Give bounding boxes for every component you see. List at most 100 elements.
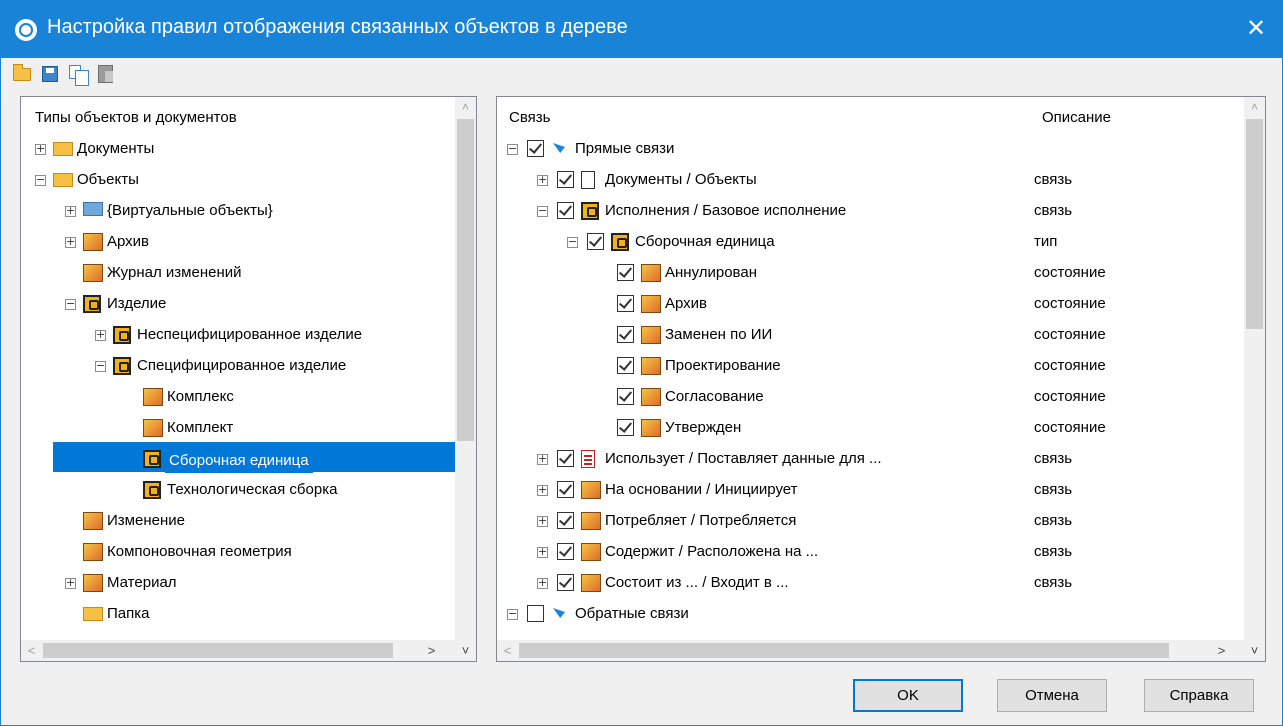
scroll-down-arrow-icon[interactable]: ˅ <box>455 640 476 661</box>
tree-item-label: Папка <box>107 605 150 622</box>
link-checkbox[interactable] <box>617 264 634 281</box>
tree-item[interactable]: Комплекс <box>21 382 457 412</box>
link-row[interactable]: − Сборочная единица тип <box>497 227 1246 257</box>
link-row[interactable]: Согласование состояние <box>497 382 1246 412</box>
link-checkbox[interactable] <box>617 326 634 343</box>
cancel-button[interactable]: Отмена <box>997 679 1107 712</box>
right-horizontal-scrollbar[interactable]: < > <box>497 640 1246 661</box>
tree-item[interactable]: + Архив <box>21 227 457 257</box>
material-icon <box>83 574 103 592</box>
link-row[interactable]: + Потребляет / Потребляется связь <box>497 506 1246 536</box>
expand-icon[interactable]: + <box>537 546 548 558</box>
scroll-up-arrow-icon[interactable]: ˄ <box>1244 97 1265 118</box>
specified-product-icon <box>113 357 131 375</box>
tree-item[interactable]: − Специфицированное изделие <box>21 351 457 381</box>
copy-button[interactable] <box>67 63 89 86</box>
scroll-left-arrow-icon[interactable]: < <box>21 640 42 661</box>
tree-item[interactable]: + {Виртуальные объекты} <box>21 196 457 226</box>
collapse-icon[interactable]: − <box>567 236 578 248</box>
link-checkbox[interactable] <box>587 233 604 250</box>
left-horizontal-scrollbar[interactable]: < > <box>21 640 457 661</box>
collapse-icon[interactable]: − <box>35 174 46 186</box>
link-checkbox[interactable] <box>617 419 634 436</box>
tree-item[interactable]: − Изделие <box>21 289 457 319</box>
tree-item[interactable]: + Материал <box>21 568 457 598</box>
link-checkbox[interactable] <box>557 512 574 529</box>
left-hscroll-thumb[interactable] <box>43 643 393 658</box>
link-checkbox[interactable] <box>617 388 634 405</box>
link-row[interactable]: + Использует / Поставляет данные для ... с… <box>497 444 1246 474</box>
links-tree[interactable]: Связь Описание − Прямые связи + Документы /… <box>496 96 1266 662</box>
open-button[interactable] <box>11 63 33 85</box>
left-vertical-scrollbar[interactable]: ˄ <box>455 97 476 641</box>
collapse-icon[interactable]: − <box>537 205 548 217</box>
tree-item[interactable]: Изменение <box>21 506 457 536</box>
link-checkbox[interactable] <box>557 574 574 591</box>
link-row[interactable]: + Состоит из ... / Входит в ... связь <box>497 568 1246 598</box>
link-row[interactable]: + Содержит / Расположена на ... связь <box>497 537 1246 567</box>
help-button[interactable]: Справка <box>1144 679 1254 712</box>
expand-icon[interactable]: + <box>537 174 548 186</box>
expand-icon[interactable]: + <box>95 329 106 341</box>
link-row[interactable]: − Прямые связи <box>497 134 1246 164</box>
scroll-right-arrow-icon[interactable]: > <box>1211 640 1232 661</box>
link-checkbox[interactable] <box>527 140 544 157</box>
paste-button[interactable] <box>95 63 117 85</box>
link-row[interactable]: Архив состояние <box>497 289 1246 319</box>
expand-icon[interactable]: + <box>65 236 76 248</box>
ok-button[interactable]: OK <box>853 679 963 712</box>
expand-icon[interactable]: + <box>65 577 76 589</box>
expand-icon[interactable]: + <box>537 484 548 496</box>
link-description: связь <box>1034 512 1073 529</box>
left-scroll-thumb[interactable] <box>457 119 474 441</box>
scroll-left-arrow-icon[interactable]: < <box>497 640 518 661</box>
tree-item[interactable]: Папка <box>21 599 457 629</box>
expand-icon[interactable]: + <box>537 577 548 589</box>
tree-item[interactable]: + Неспецифицированное изделие <box>21 320 457 350</box>
collapse-icon[interactable]: − <box>507 143 518 155</box>
link-row[interactable]: + Документы / Объекты связь <box>497 165 1246 195</box>
archive-state-icon <box>641 295 661 313</box>
collapse-icon[interactable]: − <box>65 298 76 310</box>
right-vertical-scrollbar[interactable]: ˄ <box>1244 97 1265 641</box>
link-checkbox[interactable] <box>617 295 634 312</box>
link-label: Архив <box>665 295 708 312</box>
link-row[interactable]: Проектирование состояние <box>497 351 1246 381</box>
link-checkbox[interactable] <box>617 357 634 374</box>
link-row[interactable]: Аннулирован состояние <box>497 258 1246 288</box>
expand-icon[interactable]: + <box>537 453 548 465</box>
link-row[interactable]: Утвержден состояние <box>497 413 1246 443</box>
scroll-down-arrow-icon[interactable]: ˅ <box>1244 640 1265 661</box>
tree-item[interactable]: Технологическая сборка <box>21 475 457 505</box>
tree-item[interactable]: Комплект <box>21 413 457 443</box>
link-checkbox[interactable] <box>557 450 574 467</box>
scroll-up-arrow-icon[interactable]: ˄ <box>455 97 476 118</box>
link-checkbox[interactable] <box>557 481 574 498</box>
close-button[interactable]: ✕ <box>1230 1 1282 58</box>
object-types-tree[interactable]: Типы объектов и документов + Документы − Об… <box>20 96 477 662</box>
tree-item[interactable]: + Документы <box>21 134 457 164</box>
link-description: связь <box>1034 171 1073 188</box>
tree-item-label: Сборочная единица <box>165 449 313 473</box>
right-hscroll-thumb[interactable] <box>519 643 1169 658</box>
link-checkbox[interactable] <box>557 171 574 188</box>
link-row[interactable]: − Обратные связи <box>497 599 1246 629</box>
collapse-icon[interactable]: − <box>95 360 106 372</box>
link-checkbox[interactable] <box>557 543 574 560</box>
link-row[interactable]: Заменен по ИИ состояние <box>497 320 1246 350</box>
link-row[interactable]: + На основании / Инициирует связь <box>497 475 1246 505</box>
expand-icon[interactable]: + <box>35 143 46 155</box>
link-checkbox[interactable] <box>557 202 574 219</box>
expand-icon[interactable]: + <box>537 515 548 527</box>
tree-item[interactable]: − Объекты <box>21 165 457 195</box>
tree-item[interactable]: Сборочная единица <box>21 444 457 474</box>
expand-icon[interactable]: + <box>65 205 76 217</box>
scroll-right-arrow-icon[interactable]: > <box>421 640 442 661</box>
tree-item[interactable]: Журнал изменений <box>21 258 457 288</box>
tree-item[interactable]: Компоновочная геометрия <box>21 537 457 567</box>
link-checkbox[interactable] <box>527 605 544 622</box>
collapse-icon[interactable]: − <box>507 608 518 620</box>
right-scroll-thumb[interactable] <box>1246 119 1263 329</box>
link-row[interactable]: − Исполнения / Базовое исполнение связь <box>497 196 1246 226</box>
save-button[interactable] <box>39 63 61 85</box>
